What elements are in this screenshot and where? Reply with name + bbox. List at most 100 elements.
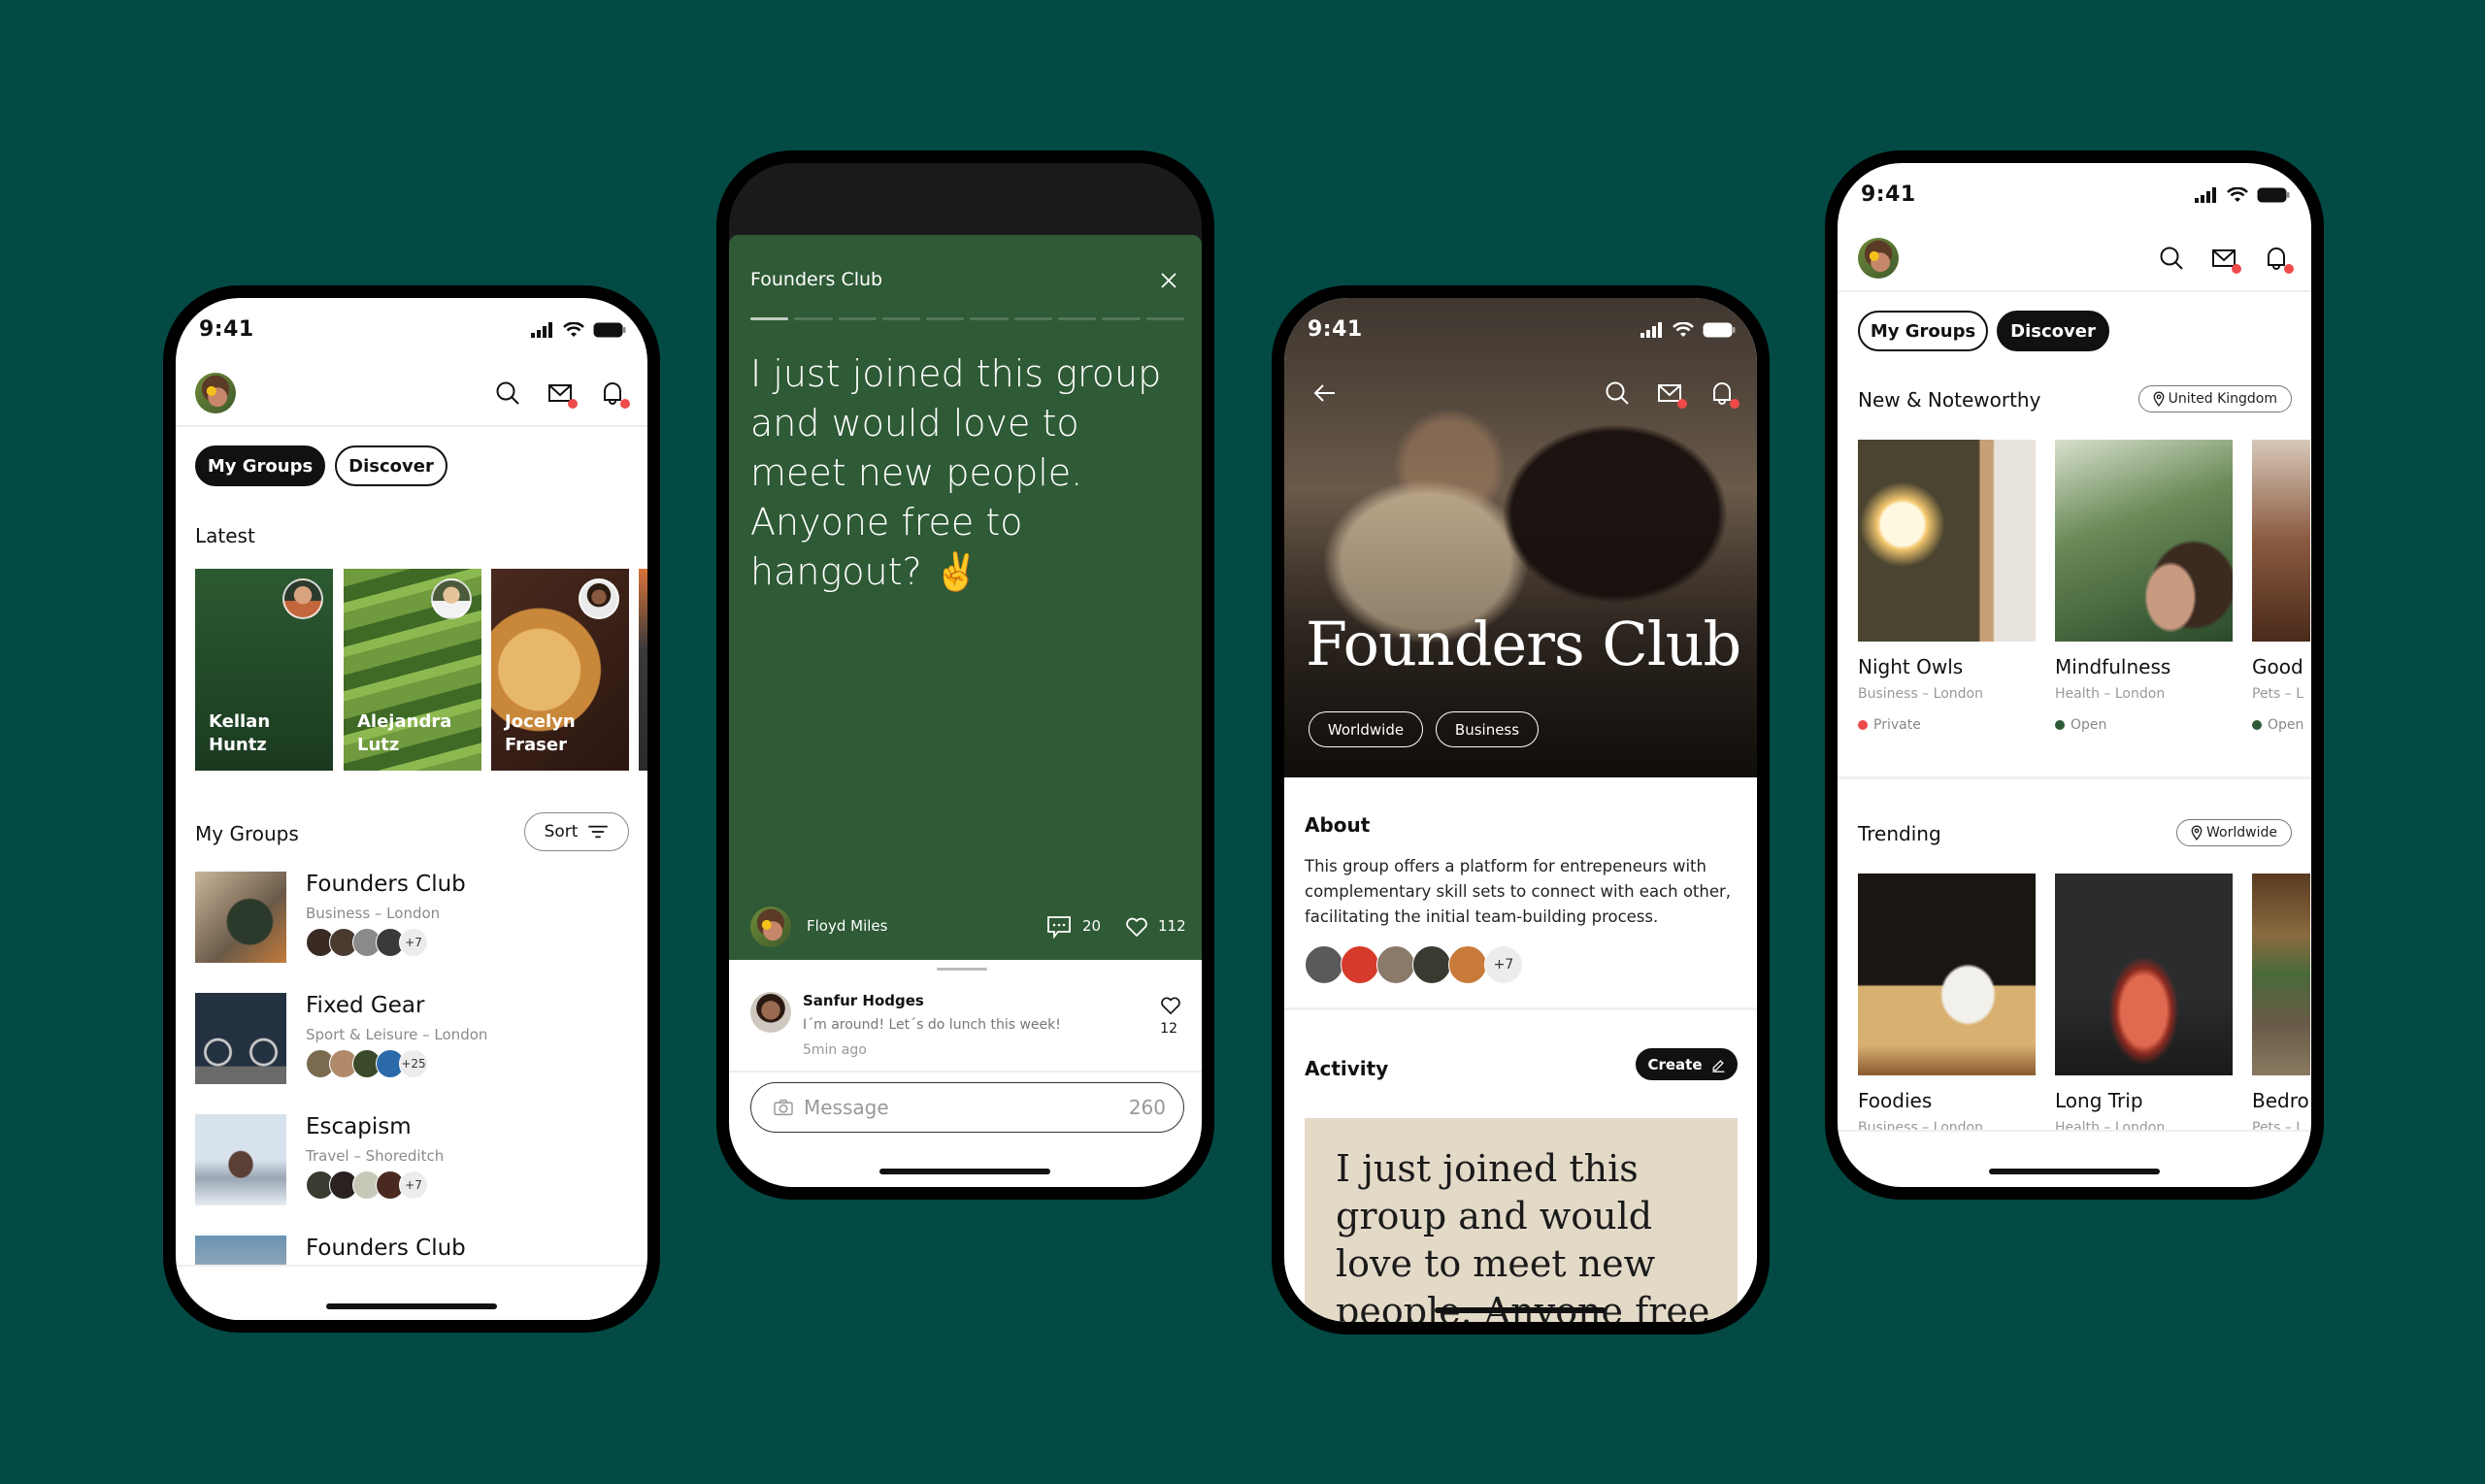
notifications-button[interactable] (1708, 379, 1740, 409)
camera-icon[interactable] (773, 1099, 794, 1116)
group-list-item[interactable]: Escapism Travel – Shoreditch +7 (195, 1114, 647, 1211)
messages-button[interactable] (547, 379, 578, 409)
story-group-name: Founders Club (750, 269, 883, 290)
location-pin-icon (2191, 825, 2203, 841)
commenter-avatar[interactable] (750, 992, 791, 1033)
status-label: Private (1873, 717, 1921, 733)
location-label: Worldwide (2206, 825, 2277, 841)
pencil-icon (1710, 1057, 1726, 1072)
home-indicator[interactable] (879, 1169, 1050, 1174)
message-input[interactable]: Message 260 (750, 1082, 1184, 1133)
comment-time: 5min ago (803, 1042, 867, 1058)
comments-sheet: Sanfur Hodges I´m around! Let´s do lunch… (729, 960, 1202, 1187)
member-avatars: +7 (306, 928, 428, 957)
group-thumbnail (195, 993, 286, 1084)
group-list-item[interactable]: Founders Club Business – London +7 (195, 872, 647, 969)
location-pin-icon (2153, 391, 2165, 407)
messages-button[interactable] (2210, 245, 2241, 274)
group-card-image (2252, 440, 2310, 642)
back-arrow-icon[interactable] (1311, 379, 1339, 407)
member-avatars: +25 (306, 1049, 428, 1078)
story-progress (750, 317, 1184, 320)
open-dot (2252, 720, 2262, 730)
latest-card[interactable]: Kellan Huntz (195, 569, 333, 771)
progress-segment (926, 317, 965, 320)
wifi-icon (2227, 187, 2248, 203)
status-icons (1640, 322, 1736, 338)
unread-dot (620, 399, 630, 409)
group-card-status: Open (2252, 717, 2303, 733)
search-button[interactable] (1604, 379, 1631, 407)
search-icon (494, 379, 521, 407)
tag-business[interactable]: Business (1436, 711, 1539, 747)
tab-discover[interactable]: Discover (1997, 311, 2109, 351)
location-filter-uk[interactable]: United Kingdom (2137, 385, 2292, 412)
trending-heading: Trending (1858, 822, 1941, 845)
sort-button[interactable]: Sort (524, 812, 629, 851)
progress-segment (838, 317, 877, 320)
group-card-partial[interactable]: Bedro Pets – L (2252, 874, 2310, 1131)
heart-icon[interactable] (1125, 916, 1148, 938)
activity-post-card[interactable]: I just joined this group and would love … (1305, 1118, 1738, 1322)
progress-segment (1145, 317, 1184, 320)
group-card-title: Good I (2252, 655, 2310, 678)
notifications-button[interactable] (2263, 245, 2294, 274)
status-label: Open (2268, 717, 2304, 733)
progress-segment (881, 317, 921, 320)
group-list-item[interactable]: Founders Club (195, 1236, 647, 1265)
latest-card-partial[interactable] (639, 569, 647, 771)
unread-dot (2284, 264, 2294, 274)
group-card-image (1858, 440, 2036, 642)
group-title: Founders Club (1306, 609, 1741, 679)
close-icon[interactable] (1159, 271, 1178, 290)
sheet-handle[interactable] (937, 968, 987, 971)
sheet-divider (729, 1071, 1202, 1072)
author-avatar[interactable] (750, 907, 791, 947)
location-filter-worldwide[interactable]: Worldwide (2176, 819, 2292, 846)
tab-my-groups[interactable]: My Groups (195, 445, 325, 486)
battery-icon (2257, 187, 2290, 203)
my-groups-screen: 9:41 My Groups Discover Latest Kellan Hu… (176, 298, 647, 1320)
activity-post-text: I just joined this group and would love … (1336, 1147, 1710, 1322)
profile-avatar[interactable] (195, 373, 236, 413)
progress-segment (1102, 317, 1141, 320)
about-heading: About (1305, 813, 1371, 837)
profile-avatar[interactable] (1858, 238, 1899, 279)
group-card-subtitle: Pets – L (2252, 686, 2304, 702)
header-actions (2158, 245, 2294, 274)
author-name[interactable]: Floyd Miles (807, 917, 887, 935)
home-indicator[interactable] (1435, 1307, 1606, 1313)
group-card-status: Open (2055, 717, 2106, 733)
group-list-item[interactable]: Fixed Gear Sport & Leisure – London +25 (195, 993, 647, 1090)
tab-discover[interactable]: Discover (335, 445, 447, 486)
group-card-title: Bedro (2252, 1089, 2309, 1112)
sort-icon (587, 824, 609, 840)
member-avatar (1341, 945, 1379, 984)
progress-segment (1058, 317, 1097, 320)
battery-icon (593, 322, 626, 338)
latest-card[interactable]: Jocelyn Fraser (491, 569, 629, 771)
status-time: 9:41 (1861, 182, 1916, 207)
comment-icon[interactable] (1046, 915, 1072, 939)
search-button[interactable] (2158, 245, 2185, 272)
home-indicator[interactable] (326, 1303, 497, 1309)
member-avatar (1305, 945, 1343, 984)
member-avatars: +7 (306, 1171, 428, 1200)
comment-heart-icon[interactable] (1160, 996, 1181, 1015)
tab-my-groups[interactable]: My Groups (1858, 311, 1988, 351)
group-card-partial[interactable]: Good I Pets – L Open (2252, 440, 2310, 741)
latest-card[interactable]: Alejandra Lutz (344, 569, 481, 771)
member-avatar (1376, 945, 1415, 984)
create-post-button[interactable]: Create (1636, 1048, 1738, 1080)
search-button[interactable] (494, 379, 521, 407)
tag-worldwide[interactable]: Worldwide (1309, 711, 1423, 747)
messages-button[interactable] (1656, 379, 1687, 409)
member-count: +7 (399, 928, 428, 957)
notifications-button[interactable] (599, 379, 630, 409)
home-indicator[interactable] (1989, 1169, 2160, 1174)
comment-text: I´m around! Let´s do lunch this week! (803, 1017, 1061, 1033)
group-thumbnail (195, 1236, 286, 1265)
like-count: 112 (1158, 917, 1186, 935)
member-avatars[interactable]: +7 (1305, 945, 1523, 984)
member-count: +7 (399, 1171, 428, 1200)
